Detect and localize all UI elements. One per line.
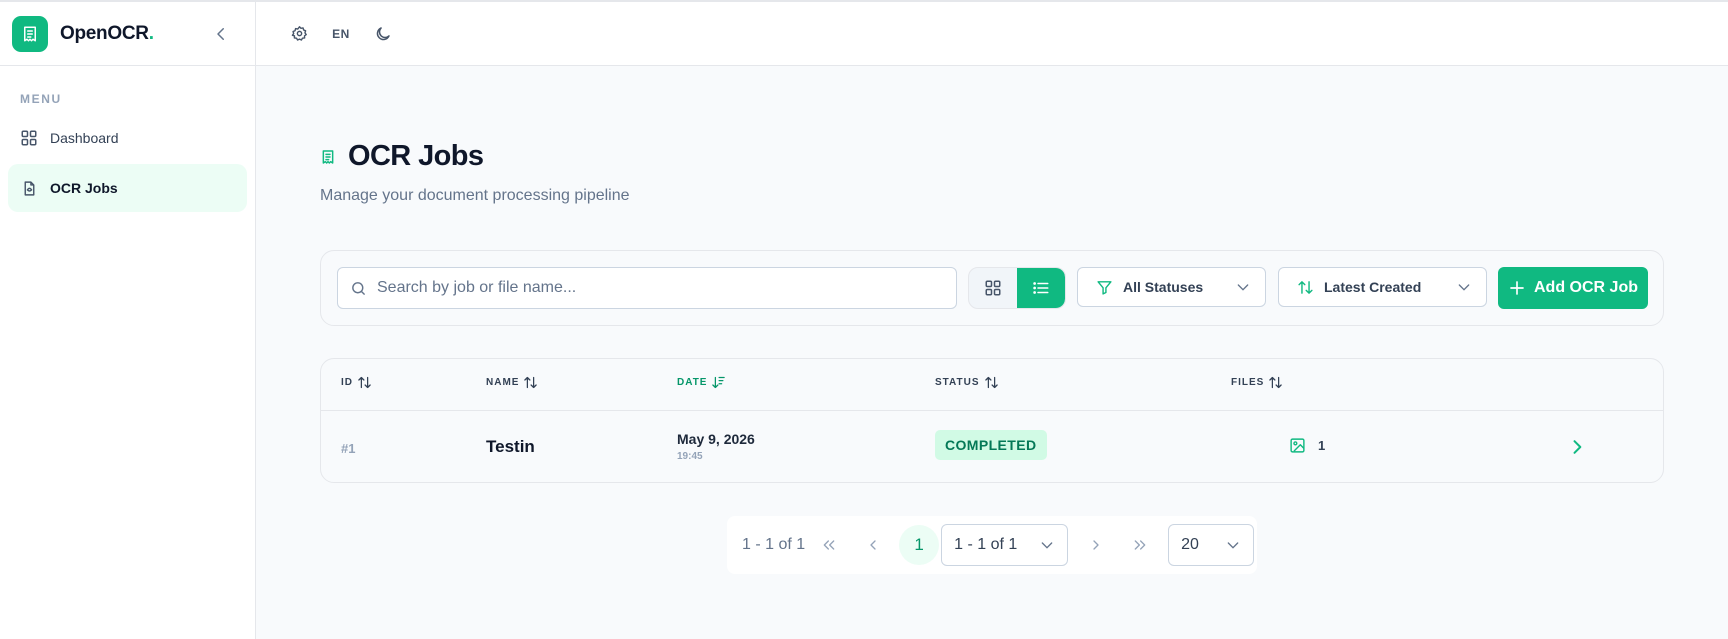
open-job-button[interactable]	[1565, 435, 1589, 459]
chevrons-left-icon	[823, 540, 835, 550]
file-count: 1	[1318, 438, 1326, 453]
moon-icon	[376, 26, 390, 40]
theme-toggle-button[interactable]	[372, 20, 394, 48]
sort-arrows-icon	[524, 376, 538, 389]
sidebar-item-ocr-jobs[interactable]: OCR Jobs	[8, 164, 247, 212]
sidebar-item-label: OCR Jobs	[50, 180, 118, 196]
add-ocr-job-button[interactable]: Add OCR Job	[1498, 267, 1648, 309]
page-select[interactable]: 1 - 1 of 1	[941, 524, 1069, 566]
job-time: 19:45	[677, 451, 703, 462]
last-page-button[interactable]	[1124, 529, 1156, 561]
chevron-down-icon	[1235, 279, 1251, 295]
page-size-value: 20	[1181, 536, 1199, 553]
sort-select[interactable]: Latest Created	[1278, 267, 1487, 307]
previous-page-button[interactable]	[857, 529, 889, 561]
sidebar-item-label: Dashboard	[50, 130, 119, 146]
column-label: FILES	[1231, 377, 1265, 388]
sort-descending-icon	[712, 376, 726, 389]
brand-bar: OpenOCR.	[0, 2, 255, 66]
search-box	[337, 267, 957, 309]
job-name: Testin	[486, 437, 535, 456]
sort-arrows-icon	[984, 376, 998, 389]
sort-arrows-icon	[1269, 376, 1283, 389]
jobs-table: ID NAME DATE STATUS FILES #1 Testin May …	[320, 358, 1664, 483]
status-filter-value: All Statuses	[1123, 279, 1204, 295]
column-header-id[interactable]: ID	[341, 375, 372, 390]
search-icon	[352, 281, 365, 295]
logo[interactable]	[12, 15, 48, 52]
filter-icon	[1097, 280, 1112, 295]
receipt-icon	[24, 26, 36, 41]
sidebar-item-dashboard[interactable]: Dashboard	[8, 114, 247, 162]
chevron-down-icon	[1225, 537, 1241, 553]
filter-toolbar: All Statuses Latest Created Add OCR Job	[320, 250, 1664, 326]
status-badge: COMPLETED	[935, 430, 1047, 460]
list-view-button[interactable]	[1017, 268, 1065, 308]
chevron-left-icon	[217, 27, 224, 40]
column-header-name[interactable]: NAME	[486, 375, 538, 390]
settings-button[interactable]	[288, 20, 310, 48]
sort-icon	[1298, 280, 1313, 294]
first-page-button[interactable]	[813, 529, 845, 561]
page-1-button[interactable]: 1	[899, 525, 940, 565]
table-row[interactable]: #1 Testin May 9, 2026 19:45 COMPLETED 1	[321, 411, 1663, 482]
column-label: ID	[341, 377, 353, 388]
sidebar: OpenOCR. MENU Dashboard OCR Jobs	[0, 2, 256, 639]
gear-icon	[291, 26, 307, 41]
job-id: #1	[341, 441, 356, 456]
chevron-down-icon	[1039, 537, 1055, 553]
column-label: STATUS	[935, 377, 980, 388]
page-title: OCR Jobs	[348, 140, 484, 172]
image-icon	[1290, 438, 1305, 453]
language-button[interactable]: EN	[330, 20, 352, 48]
chevron-right-icon	[1093, 540, 1099, 550]
pagination-range: 1 - 1 of 1	[742, 536, 806, 553]
column-header-date[interactable]: DATE	[677, 375, 726, 390]
collapse-sidebar-button[interactable]	[209, 22, 233, 46]
menu-label: MENU	[20, 92, 62, 106]
plus-icon	[1510, 281, 1524, 295]
table-header: ID NAME DATE STATUS FILES	[321, 359, 1663, 411]
search-input[interactable]	[377, 279, 937, 297]
view-mode-toggle	[968, 267, 1066, 309]
next-page-button[interactable]	[1080, 529, 1112, 561]
brand-name: OpenOCR.	[60, 22, 154, 44]
chevron-right-icon	[1573, 440, 1582, 454]
job-files: 1	[1289, 437, 1325, 454]
column-label: DATE	[677, 377, 708, 388]
chevron-left-icon	[870, 540, 876, 550]
list-icon	[1033, 282, 1049, 294]
file-icon	[20, 179, 38, 197]
grid-view-button[interactable]	[969, 268, 1017, 308]
sort-value: Latest Created	[1324, 279, 1422, 295]
grid-icon	[985, 280, 1001, 296]
page-size-select[interactable]: 20	[1168, 524, 1255, 566]
column-header-status[interactable]: STATUS	[935, 375, 999, 390]
add-ocr-job-label: Add OCR Job	[1534, 279, 1638, 296]
sort-arrows-icon	[358, 376, 371, 389]
page-subtitle: Manage your document processing pipeline	[320, 187, 630, 204]
column-header-files[interactable]: FILES	[1231, 375, 1283, 390]
chevron-down-icon	[1456, 279, 1472, 295]
pagination: 1 - 1 of 1 1 1 - 1 of 1 20	[727, 516, 1257, 574]
status-filter-select[interactable]: All Statuses	[1077, 267, 1266, 307]
page-select-value: 1 - 1 of 1	[954, 536, 1018, 553]
receipt-icon	[322, 149, 334, 164]
job-date: May 9, 2026	[677, 431, 755, 447]
page-heading: OCR Jobs Manage your document processing…	[320, 140, 630, 205]
chevrons-right-icon	[1134, 540, 1146, 550]
brand-dot: .	[148, 22, 154, 44]
top-header: EN	[256, 2, 1728, 66]
grid-icon	[20, 129, 38, 147]
column-label: NAME	[486, 377, 520, 388]
